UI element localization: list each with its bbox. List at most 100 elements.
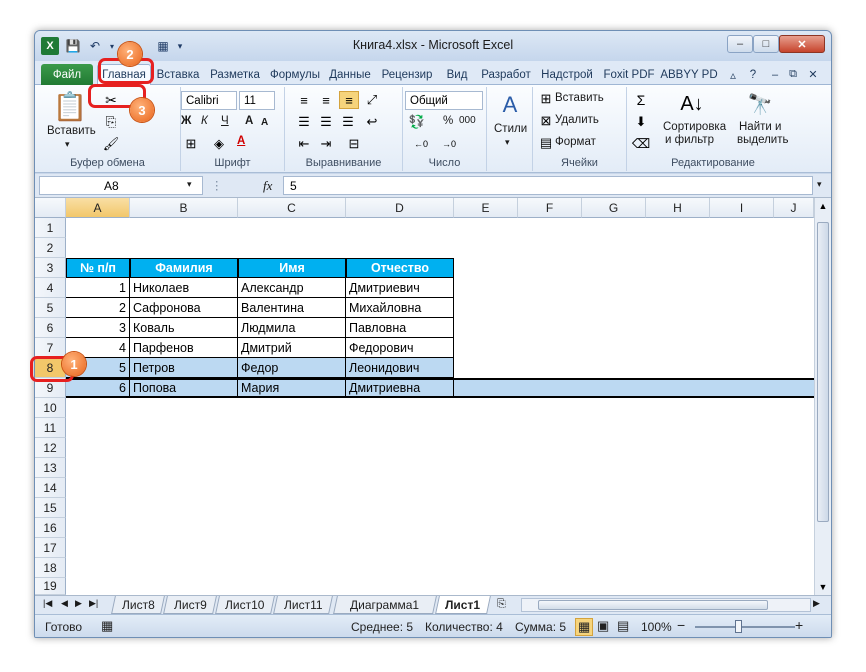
align-left-icon[interactable]: ☰ (295, 113, 313, 131)
table-cell-selected[interactable]: Петров (130, 358, 238, 378)
tab-page-layout[interactable]: Разметка (205, 64, 265, 85)
row-header[interactable]: 12 (35, 438, 66, 458)
font-size-select[interactable]: 11 (239, 91, 275, 110)
row-header[interactable]: 3 (35, 258, 66, 278)
table-cell[interactable]: Мария (238, 378, 346, 398)
scroll-thumb[interactable] (817, 222, 829, 522)
row-header[interactable]: 15 (35, 498, 66, 518)
sheet-tab[interactable]: Лист10 (215, 596, 275, 614)
column-header-j[interactable]: J (774, 198, 814, 218)
row-header[interactable]: 13 (35, 458, 66, 478)
column-header-a[interactable]: A (66, 198, 130, 218)
row-header[interactable]: 11 (35, 418, 66, 438)
first-sheet-icon[interactable]: |◀ (43, 598, 52, 609)
sort-filter-icon[interactable]: A↓ (679, 89, 705, 119)
orientation-icon[interactable]: ⤢ (363, 91, 381, 109)
spreadsheet-grid[interactable]: A B C D E F G H I J 1 2 3 4 5 6 7 8 9 10… (35, 198, 831, 595)
tab-formulas[interactable]: Формулы (267, 64, 323, 85)
table-cell[interactable]: Николаев (130, 278, 238, 298)
ribbon-restore-icon[interactable]: ⧉ (785, 64, 801, 85)
prev-sheet-icon[interactable]: ◀ (61, 598, 68, 609)
shrink-font-icon[interactable]: A (261, 117, 268, 128)
next-sheet-icon[interactable]: ▶ (75, 598, 82, 609)
increase-decimal-icon[interactable]: ←0 (409, 135, 433, 153)
table-header-cell[interactable]: Отчество (346, 258, 454, 278)
table-cell[interactable]: Федорович (346, 338, 454, 358)
percent-button[interactable]: % (443, 115, 453, 127)
row-header[interactable]: 1 (35, 218, 66, 238)
align-right-icon[interactable]: ☰ (339, 113, 357, 131)
row-header[interactable]: 5 (35, 298, 66, 318)
thousands-button[interactable]: 000 (459, 115, 476, 126)
table-cell[interactable]: Парфенов (130, 338, 238, 358)
fill-color-icon[interactable]: ◈ (209, 135, 229, 153)
normal-view-icon[interactable]: ▦ (575, 618, 594, 636)
zoom-slider-thumb[interactable] (735, 620, 742, 633)
grow-font-icon[interactable]: A (245, 115, 253, 127)
zoom-in-button[interactable]: + (795, 617, 803, 633)
table-cell[interactable]: Дмитриевна (346, 378, 454, 398)
table-cell[interactable]: Павловна (346, 318, 454, 338)
row-header[interactable]: 10 (35, 398, 66, 418)
help-chevron-icon[interactable]: ▵ (727, 64, 739, 85)
insert-sheet-icon[interactable]: ⎘ (497, 598, 506, 611)
formula-input[interactable]: 5 (283, 176, 813, 195)
autosum-icon[interactable]: Σ (633, 91, 649, 109)
insert-cells-button[interactable]: Вставить (555, 92, 604, 104)
page-break-view-icon[interactable]: ▤ (617, 618, 629, 634)
styles-button[interactable]: Стили (494, 123, 527, 135)
minimize-button[interactable]: – (727, 35, 753, 53)
find-select-line2[interactable]: выделить (737, 134, 789, 146)
increase-indent-icon[interactable]: ⇥ (317, 135, 335, 153)
vertical-scrollbar[interactable]: ▲ ▼ (814, 198, 831, 595)
column-header-f[interactable]: F (518, 198, 582, 218)
italic-button[interactable]: К (201, 115, 208, 127)
table-cell-selected[interactable]: Леонидович (346, 358, 454, 378)
decrease-decimal-icon[interactable]: →0 (437, 135, 461, 153)
row-header[interactable]: 17 (35, 538, 66, 558)
borders-icon[interactable]: ⊞ (181, 135, 201, 153)
table-cell[interactable]: 6 (66, 378, 130, 398)
wrap-text-icon[interactable]: ↩ (363, 113, 381, 131)
scroll-up-icon[interactable]: ▲ (815, 198, 831, 214)
insert-cells-icon[interactable]: ⊞ (539, 91, 553, 107)
table-cell[interactable]: 1 (66, 278, 130, 298)
table-header-cell[interactable]: Имя (238, 258, 346, 278)
column-header-h[interactable]: H (646, 198, 710, 218)
tab-file[interactable]: Файл (41, 64, 93, 85)
row-header[interactable]: 19 (35, 578, 66, 595)
table-cell[interactable]: Михайловна (346, 298, 454, 318)
sheet-tab-active[interactable]: Лист1 (435, 596, 491, 614)
sort-filter-line2[interactable]: и фильтр (665, 134, 714, 146)
maximize-button[interactable]: □ (753, 35, 779, 53)
column-header-e[interactable]: E (454, 198, 518, 218)
column-header-b[interactable]: B (130, 198, 238, 218)
styles-dropdown-icon[interactable]: ▾ (505, 137, 510, 148)
tab-insert[interactable]: Вставка (153, 64, 203, 85)
row-header[interactable]: 18 (35, 558, 66, 578)
delete-cells-button[interactable]: Удалить (555, 114, 599, 126)
format-cells-button[interactable]: Формат (555, 136, 596, 148)
decrease-indent-icon[interactable]: ⇤ (295, 135, 313, 153)
select-all-corner[interactable] (35, 198, 66, 218)
name-box-dropdown-icon[interactable]: ▾ (187, 179, 192, 190)
expand-formula-bar-icon[interactable]: ▾ (817, 179, 822, 190)
sheet-tab[interactable]: Лист11 (273, 596, 333, 614)
macro-record-icon[interactable]: ▦ (101, 618, 113, 634)
paste-icon[interactable]: 📋 (53, 89, 88, 123)
close-button[interactable]: ✕ (779, 35, 825, 53)
last-sheet-icon[interactable]: ▶| (89, 598, 98, 609)
scroll-right-icon[interactable]: ▶ (813, 598, 820, 609)
paste-dropdown-icon[interactable]: ▾ (65, 139, 70, 150)
table-cell[interactable]: Дмитрий (238, 338, 346, 358)
find-select-icon[interactable]: 🔭 (747, 89, 773, 119)
tab-view[interactable]: Вид (439, 64, 475, 85)
zoom-slider-track[interactable] (695, 626, 795, 628)
table-cell[interactable]: Коваль (130, 318, 238, 338)
row-header[interactable]: 7 (35, 338, 66, 358)
align-middle-icon[interactable]: ≡ (317, 91, 335, 109)
row-header[interactable]: 16 (35, 518, 66, 538)
column-header-d[interactable]: D (346, 198, 454, 218)
insert-function-button[interactable]: fx (263, 178, 272, 194)
align-bottom-icon[interactable]: ≡ (339, 91, 359, 109)
